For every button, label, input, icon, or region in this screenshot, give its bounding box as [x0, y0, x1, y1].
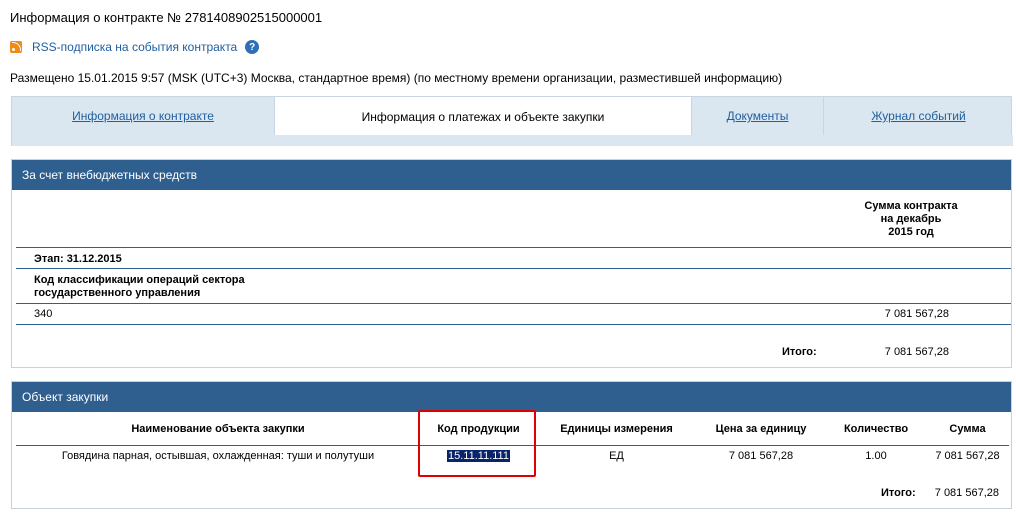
stage-label: Этап: 31.12.2015	[34, 253, 122, 265]
funding-total-value: 7 081 567,28	[884, 346, 949, 358]
tab-event-log[interactable]: Журнал событий	[824, 97, 1013, 135]
posted-info: Размещено 15.01.2015 9:57 (MSK (UTC+3) М…	[10, 71, 783, 85]
sum-column-header: Сумма контракта на декабрь 2015 год	[851, 200, 971, 239]
funding-panel: За счет внебюджетных средств Сумма контр…	[11, 159, 1012, 368]
row-sum: 7 081 567,28	[935, 450, 1000, 463]
procurement-total-label: Итого:	[881, 487, 916, 499]
rss-row: RSS-подписка на события контракта ?	[10, 40, 260, 54]
sum-column-line3: 2015 год	[888, 226, 934, 238]
procurement-panel: Объект закупки Наименование объекта заку…	[11, 381, 1012, 509]
col-product-code: Код продукции	[420, 413, 537, 446]
funding-panel-header: За счет внебюджетных средств	[12, 160, 1011, 190]
row-quantity: 1.00	[865, 450, 887, 463]
col-units: Единицы измерения	[537, 413, 696, 446]
kosgu-label-line1: Код классификации операций сектора	[34, 274, 245, 286]
procurement-table: Наименование объекта закупки Код продукц…	[16, 413, 1009, 467]
tab-contract-info[interactable]: Информация о контракте	[12, 97, 274, 135]
table-header-row: Наименование объекта закупки Код продукц…	[16, 413, 1009, 446]
kosgu-code: 340	[34, 308, 53, 320]
divider	[16, 303, 1011, 304]
page-title: Информация о контракте № 278140890251500…	[10, 10, 323, 25]
tab-documents[interactable]: Документы	[692, 97, 823, 135]
row-object-name: Говядина парная, остывшая, охлажденная: …	[61, 450, 375, 463]
product-code-selected[interactable]: 15.11.11.111	[447, 450, 510, 463]
row-product-code[interactable]: 15.11.11.111	[420, 445, 537, 467]
table-row: Говядина парная, остывшая, охлажденная: …	[16, 445, 1009, 467]
tab-bar-bottom	[12, 135, 1013, 146]
sum-column-line1: Сумма контракта	[864, 200, 958, 212]
col-quantity: Количество	[826, 413, 926, 446]
funding-total-label: Итого:	[782, 346, 817, 358]
tab-payments-and-object[interactable]: Информация о платежах и объекте закупки	[274, 97, 692, 137]
col-sum: Сумма	[926, 413, 1009, 446]
tab-bar: Информация о контракте Информация о плат…	[11, 96, 1013, 146]
row-unit-price: 7 081 567,28	[728, 450, 794, 463]
procurement-panel-header: Объект закупки	[12, 382, 1011, 412]
stage-amount: 7 081 567,28	[884, 308, 949, 320]
divider	[16, 324, 1011, 325]
procurement-total-value: 7 081 567,28	[934, 487, 999, 499]
row-units: ЕД	[609, 450, 624, 463]
col-object-name: Наименование объекта закупки	[16, 413, 420, 446]
sum-column-line2: на декабрь	[880, 213, 942, 225]
rss-icon[interactable]	[10, 41, 22, 53]
col-unit-price: Цена за единицу	[696, 413, 826, 446]
kosgu-label-line2: государственного управления	[34, 287, 201, 299]
help-icon[interactable]: ?	[245, 40, 260, 54]
divider	[16, 247, 1011, 248]
divider	[16, 268, 1011, 269]
rss-subscription-link[interactable]: RSS-подписка на события контракта	[32, 40, 237, 54]
kosgu-label: Код классификации операций сектора госуд…	[34, 274, 245, 300]
